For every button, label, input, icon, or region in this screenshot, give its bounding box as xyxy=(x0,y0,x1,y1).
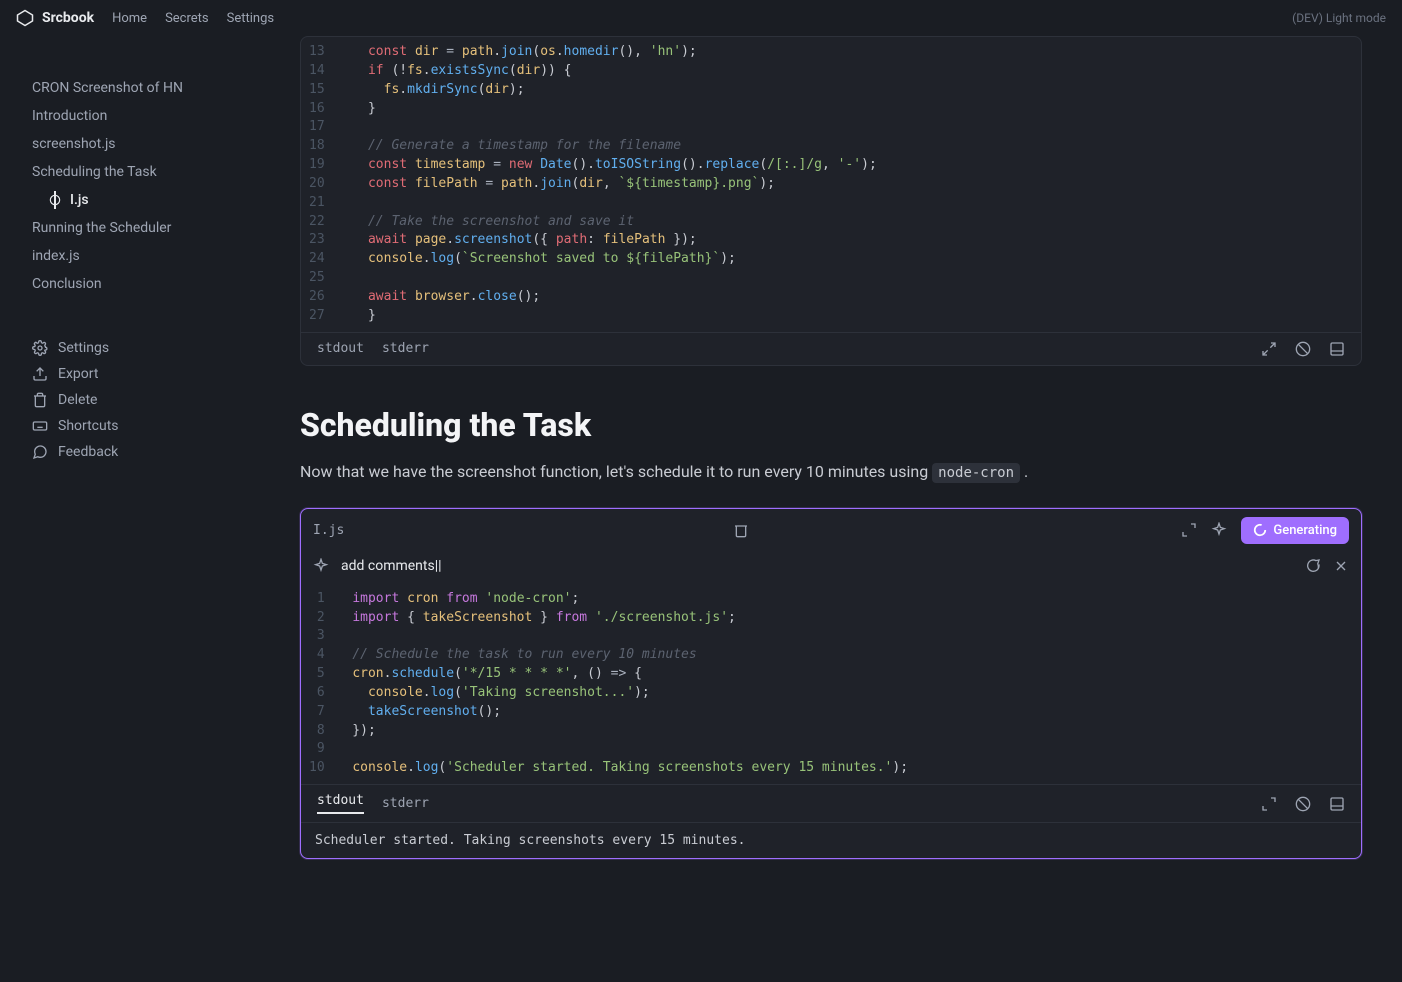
logo[interactable]: Srcbook xyxy=(16,9,94,27)
sidebar-shortcuts[interactable]: Shortcuts xyxy=(32,414,260,438)
panel-icon[interactable] xyxy=(1329,341,1345,357)
toc: CRON Screenshot of HN Introduction scree… xyxy=(32,76,260,296)
section-heading: Scheduling the Task xyxy=(300,406,1362,444)
sidebar-actions: Settings Export Delete Shortcuts Feedbac… xyxy=(32,336,260,464)
expand-icon[interactable] xyxy=(1261,796,1277,812)
logo-icon xyxy=(16,9,34,27)
stderr-tab[interactable]: stderr xyxy=(382,341,429,356)
keyboard-icon xyxy=(32,418,48,434)
stdout-tab[interactable]: stdout xyxy=(317,793,364,814)
block-title[interactable]: I.js xyxy=(313,523,721,538)
upload-icon xyxy=(32,366,48,382)
chat-icon[interactable] xyxy=(1305,558,1321,574)
trash-icon xyxy=(32,392,48,408)
nav-home[interactable]: Home xyxy=(112,11,147,26)
toc-screenshot-js[interactable]: screenshot.js xyxy=(32,132,260,156)
expand-icon[interactable] xyxy=(1181,522,1197,538)
generating-label: Generating xyxy=(1273,523,1337,538)
line-numbers: 131415161718192021222324252627 xyxy=(301,43,337,326)
stderr-tab[interactable]: stderr xyxy=(382,796,429,811)
brand-text: Srcbook xyxy=(42,10,94,26)
sidebar-delete-label: Delete xyxy=(58,392,97,408)
toc-i-js-label: I.js xyxy=(70,192,89,208)
nav-settings[interactable]: Settings xyxy=(227,11,274,26)
section-text: Now that we have the screenshot function… xyxy=(300,460,1362,484)
sparkle-icon xyxy=(313,558,329,574)
main-content: 131415161718192021222324252627 const dir… xyxy=(260,36,1402,982)
section-text-after: . xyxy=(1020,462,1028,481)
code-block-screenshot: 131415161718192021222324252627 const dir… xyxy=(300,36,1362,366)
sidebar-settings[interactable]: Settings xyxy=(32,336,260,360)
trash-icon[interactable] xyxy=(733,522,749,538)
sidebar: CRON Screenshot of HN Introduction scree… xyxy=(0,36,260,982)
sidebar-feedback-label: Feedback xyxy=(58,444,118,460)
sidebar-shortcuts-label: Shortcuts xyxy=(58,418,119,434)
nav-secrets[interactable]: Secrets xyxy=(165,11,209,26)
sidebar-export-label: Export xyxy=(58,366,98,382)
toc-cron-screenshot[interactable]: CRON Screenshot of HN xyxy=(32,76,260,100)
close-icon[interactable] xyxy=(1333,558,1349,574)
panel-icon[interactable] xyxy=(1329,796,1345,812)
sidebar-delete[interactable]: Delete xyxy=(32,388,260,412)
toc-index-js[interactable]: index.js xyxy=(32,244,260,268)
toc-introduction[interactable]: Introduction xyxy=(32,104,260,128)
toc-i-js[interactable]: I.js xyxy=(32,188,260,212)
gear-icon xyxy=(32,340,48,356)
toc-conclusion[interactable]: Conclusion xyxy=(32,272,260,296)
generating-button[interactable]: Generating xyxy=(1241,517,1349,544)
dev-mode-badge[interactable]: (DEV) Light mode xyxy=(1292,11,1386,25)
cancel-icon[interactable] xyxy=(1295,796,1311,812)
stdout-output: Scheduler started. Taking screenshots ev… xyxy=(301,822,1361,858)
toc-running[interactable]: Running the Scheduler xyxy=(32,216,260,240)
sidebar-settings-label: Settings xyxy=(58,340,109,356)
chat-icon xyxy=(32,444,48,460)
code-editor[interactable]: import cron from 'node-cron'; import { t… xyxy=(337,590,1361,778)
spinner-icon xyxy=(1253,523,1267,537)
inline-code: node-cron xyxy=(932,463,1020,483)
circle-icon xyxy=(48,193,62,207)
ai-prompt-input[interactable]: add comments| xyxy=(341,558,1293,574)
sidebar-feedback[interactable]: Feedback xyxy=(32,440,260,464)
sparkle-icon[interactable] xyxy=(1211,522,1227,538)
topnav: Srcbook Home Secrets Settings (DEV) Ligh… xyxy=(0,0,1402,36)
expand-icon[interactable] xyxy=(1261,341,1277,357)
sidebar-export[interactable]: Export xyxy=(32,362,260,386)
line-numbers: 12345678910 xyxy=(301,590,337,778)
stdout-tab[interactable]: stdout xyxy=(317,341,364,356)
cancel-icon[interactable] xyxy=(1295,341,1311,357)
toc-scheduling[interactable]: Scheduling the Task xyxy=(32,160,260,184)
code-block-ijs: I.js Generating add comments| xyxy=(300,508,1362,859)
code-editor[interactable]: const dir = path.join(os.homedir(), 'hn'… xyxy=(337,43,1361,326)
section-text-before: Now that we have the screenshot function… xyxy=(300,462,932,481)
